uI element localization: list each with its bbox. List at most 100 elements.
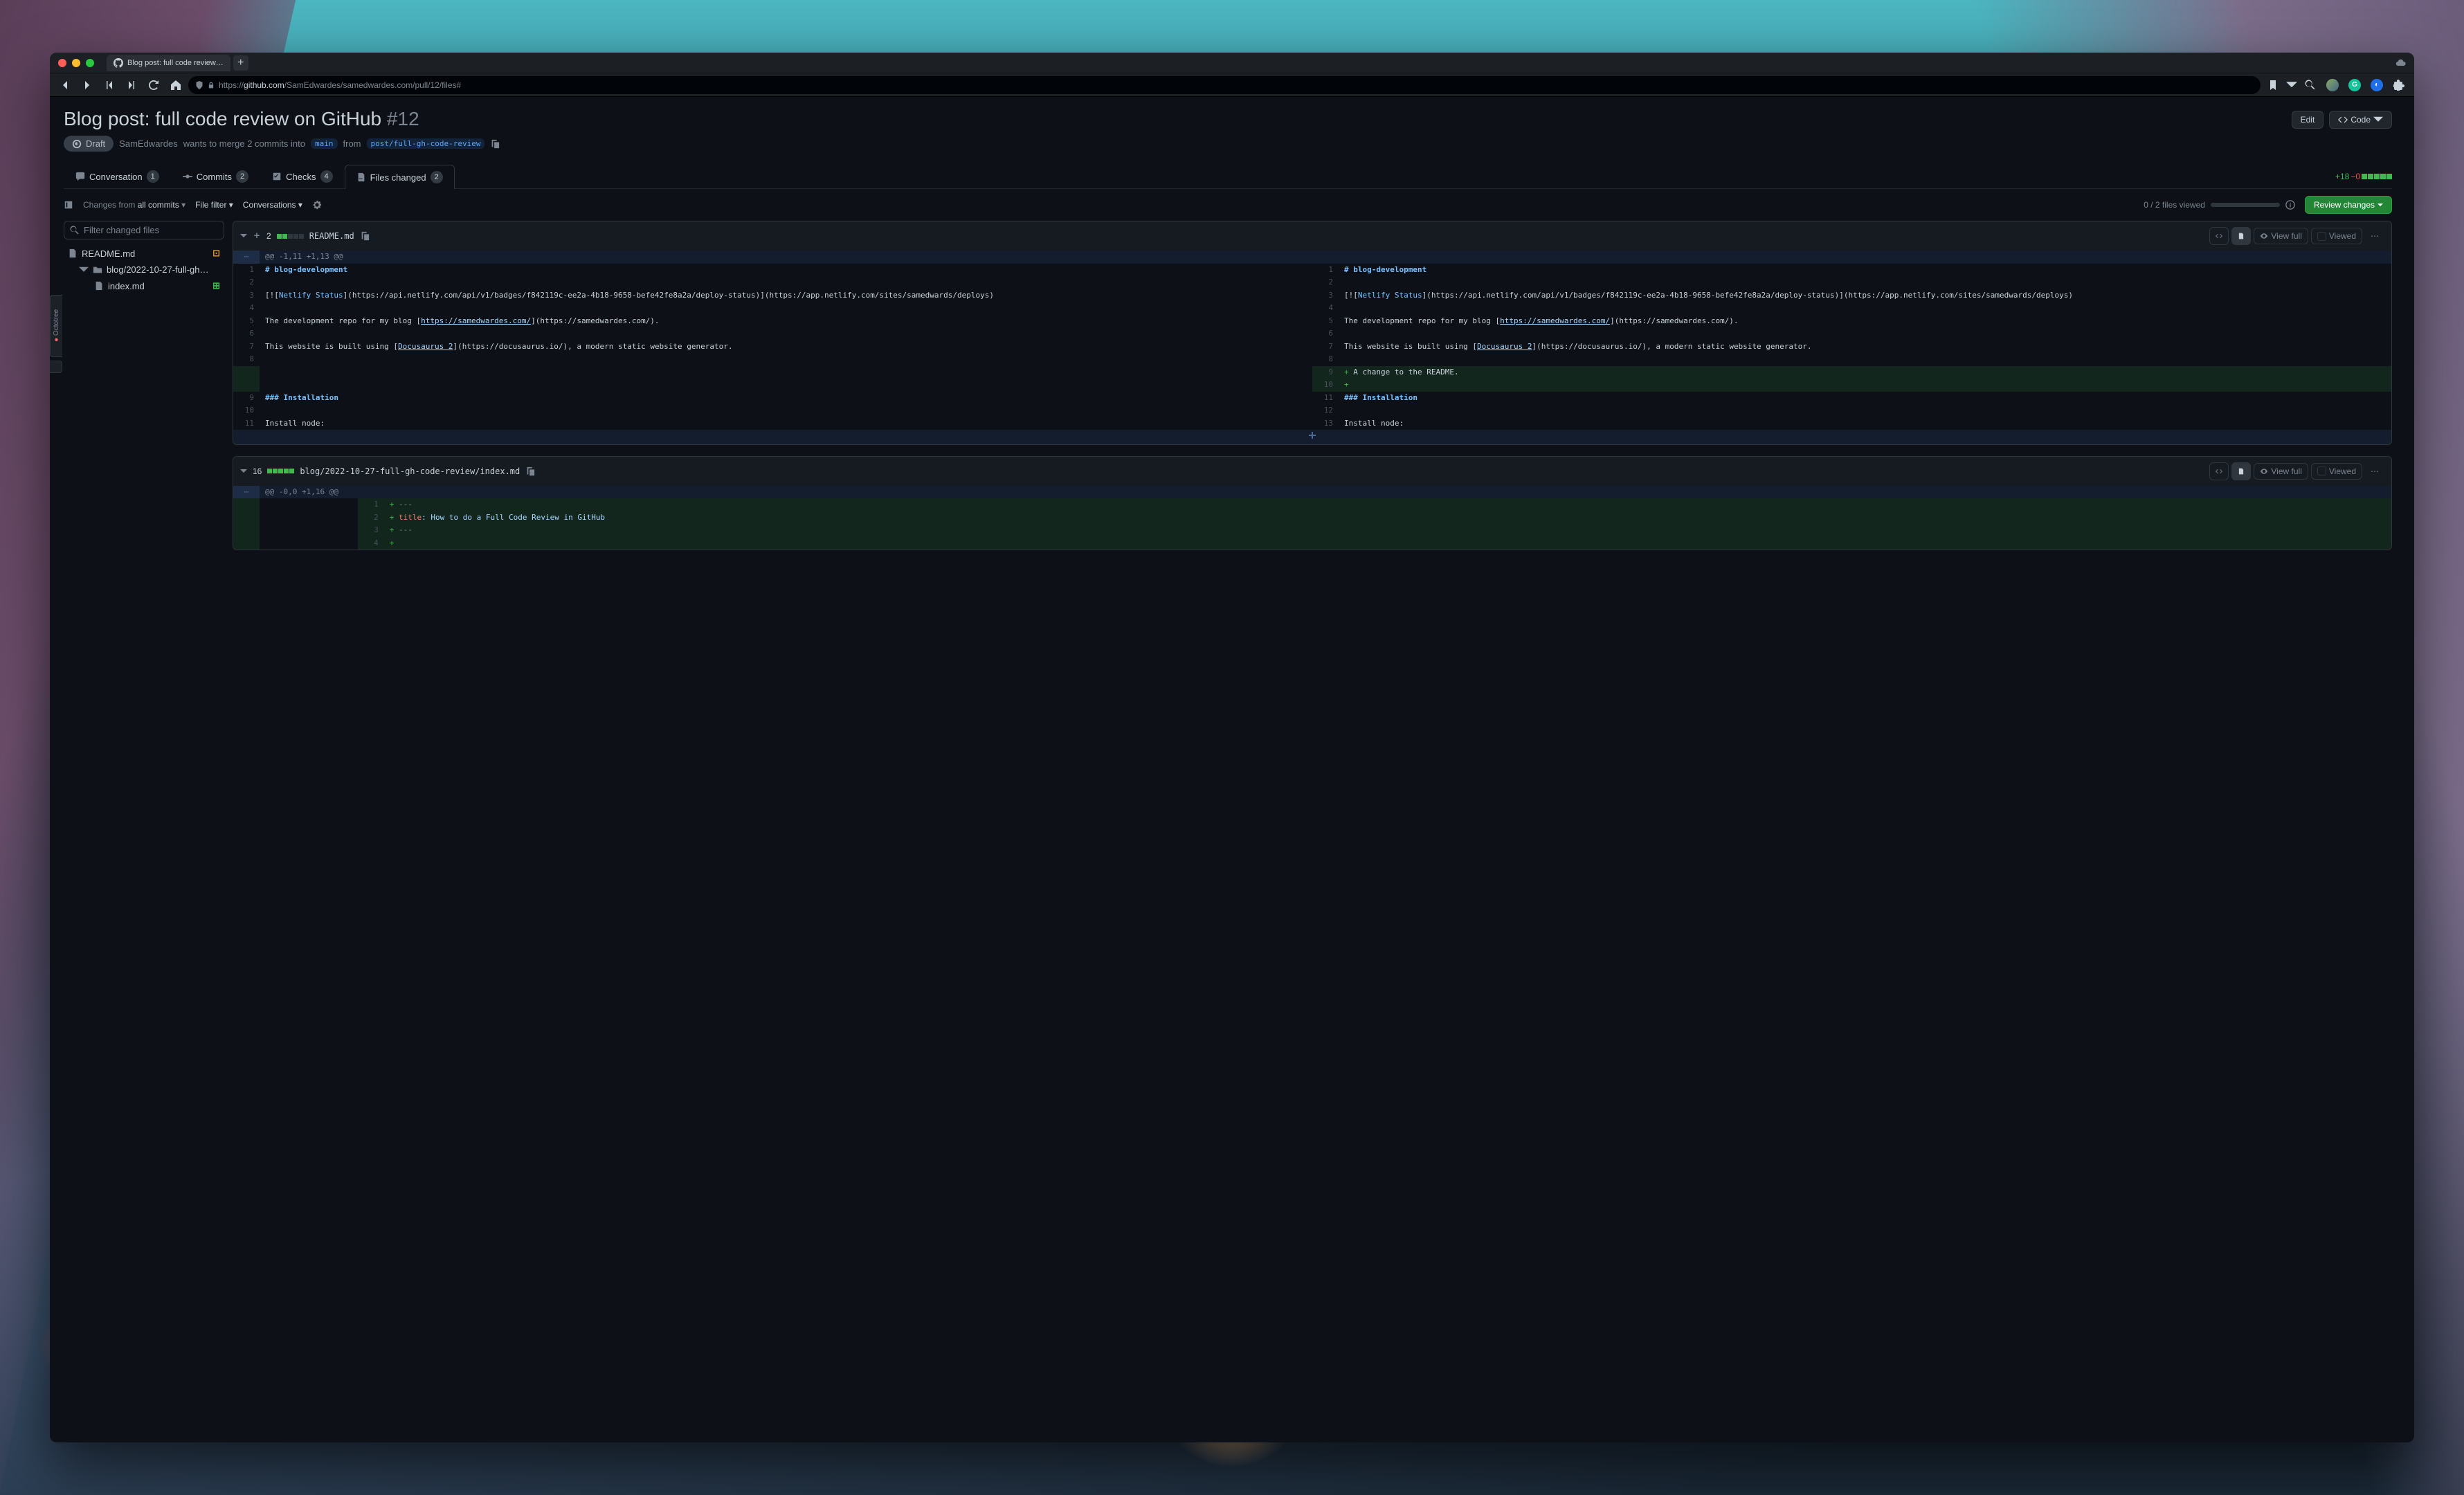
extension-grammarly[interactable]: G bbox=[2345, 75, 2364, 95]
pr-number: #12 bbox=[387, 108, 419, 129]
file-sidebar: Filter changed files README.md ⊡ blog/20… bbox=[64, 221, 224, 561]
file-path[interactable]: blog/2022-10-27-full-gh-code-review/inde… bbox=[300, 466, 520, 476]
from-label: from bbox=[343, 138, 361, 149]
diff-mini-blocks bbox=[277, 234, 304, 239]
pr-actions: Edit Code bbox=[2292, 111, 2392, 129]
base-branch[interactable]: main bbox=[311, 138, 338, 149]
pr-meta: Draft SamEdwardes wants to merge 2 commi… bbox=[64, 136, 2392, 152]
review-changes-button[interactable]: Review changes bbox=[2305, 196, 2392, 214]
file-tree-folder[interactable]: blog/2022-10-27-full-gh-code-re… bbox=[64, 262, 224, 278]
window-minimize-button[interactable] bbox=[72, 59, 80, 67]
pr-header: Blog post: full code review on GitHub #1… bbox=[64, 108, 2392, 130]
diff-table: ⋯@@ -1,11 +1,13 @@ 1# blog-development1#… bbox=[233, 251, 2391, 444]
url-text: https://github.com/SamEdwardes/samedward… bbox=[219, 80, 461, 90]
file-kebab-button[interactable]: ⋯ bbox=[2365, 462, 2384, 480]
file-panel-readme: 2 README.md View full Viewed bbox=[233, 221, 2392, 445]
window-close-button[interactable] bbox=[58, 59, 66, 67]
head-branch[interactable]: post/full-gh-code-review bbox=[367, 138, 485, 149]
tab-checks[interactable]: Checks 4 bbox=[260, 164, 344, 188]
address-bar[interactable]: https://github.com/SamEdwardes/samedward… bbox=[188, 76, 2261, 94]
changes-from-dropdown[interactable]: Changes from all commits ▾ bbox=[83, 200, 185, 210]
extension-browser[interactable]: ◐ bbox=[2367, 75, 2386, 95]
additions-count: +18 bbox=[2335, 172, 2349, 181]
tab-commits[interactable]: Commits 2 bbox=[171, 164, 260, 188]
file-filter-dropdown[interactable]: File filter ▾ bbox=[195, 200, 233, 210]
viewed-checkbox[interactable]: Viewed bbox=[2311, 228, 2362, 244]
back-button[interactable] bbox=[55, 75, 75, 95]
code-button[interactable]: Code bbox=[2329, 111, 2392, 129]
edit-button[interactable]: Edit bbox=[2292, 111, 2324, 129]
skip-forward-button[interactable] bbox=[122, 75, 141, 95]
pr-tabs: Conversation 1 Commits 2 Checks 4 Files … bbox=[64, 164, 2392, 189]
tab-files-changed[interactable]: Files changed 2 bbox=[345, 165, 455, 189]
tab-conversation[interactable]: Conversation 1 bbox=[64, 164, 171, 188]
browser-tab[interactable]: Blog post: full code review… bbox=[107, 55, 230, 71]
new-tab-button[interactable]: + bbox=[233, 55, 248, 71]
file-tree-item-readme[interactable]: README.md ⊡ bbox=[64, 245, 224, 262]
cloud-sync-icon bbox=[2395, 57, 2406, 69]
tab-title: Blog post: full code review… bbox=[127, 59, 224, 67]
merge-text: wants to merge 2 commits into bbox=[183, 138, 305, 149]
copy-icon[interactable] bbox=[490, 139, 500, 149]
pr-author[interactable]: SamEdwardes bbox=[119, 138, 178, 149]
expand-icon[interactable] bbox=[253, 231, 261, 241]
copy-icon[interactable] bbox=[525, 466, 535, 476]
search-button[interactable] bbox=[2301, 75, 2320, 95]
info-icon[interactable] bbox=[2285, 200, 2295, 210]
diff-mini-blocks bbox=[267, 469, 294, 473]
folder-icon bbox=[93, 265, 102, 275]
conversation-count: 1 bbox=[147, 170, 159, 183]
file-panel-index: 16 blog/2022-10-27-full-gh-code-review/i… bbox=[233, 456, 2392, 551]
file-path[interactable]: README.md bbox=[309, 231, 354, 241]
hunk-header: ⋯@@ -1,11 +1,13 @@ bbox=[233, 251, 2391, 264]
toolbar-right: G ◐ bbox=[2263, 75, 2409, 95]
diff-toolbar: Changes from all commits ▾ File filter ▾… bbox=[64, 189, 2392, 221]
chevron-down-icon bbox=[2377, 203, 2383, 207]
tab-strip: Blog post: full code review… + bbox=[107, 55, 248, 71]
copy-icon[interactable] bbox=[360, 231, 370, 241]
home-button[interactable] bbox=[166, 75, 185, 95]
change-count: 16 bbox=[253, 466, 262, 476]
viewed-progress bbox=[2211, 203, 2280, 207]
change-count: 2 bbox=[266, 231, 271, 241]
bookmark-button[interactable] bbox=[2263, 75, 2283, 95]
expand-hunk-button[interactable] bbox=[233, 430, 2391, 444]
file-header: 2 README.md View full Viewed bbox=[233, 221, 2391, 251]
forward-button[interactable] bbox=[78, 75, 97, 95]
rich-view-button[interactable] bbox=[2231, 462, 2251, 480]
shield-icon bbox=[195, 81, 203, 89]
chevron-down-icon[interactable] bbox=[240, 469, 247, 473]
skip-back-button[interactable] bbox=[100, 75, 119, 95]
chevron-down-icon[interactable] bbox=[240, 234, 247, 238]
chevron-down-icon bbox=[79, 265, 89, 275]
reload-button[interactable] bbox=[144, 75, 163, 95]
octotree-tab[interactable]: ●Octotree bbox=[50, 295, 62, 357]
file-tree-item-index[interactable]: index.md ⊞ bbox=[64, 278, 224, 294]
browser-toolbar: https://github.com/SamEdwardes/samedward… bbox=[50, 73, 2414, 97]
file-header: 16 blog/2022-10-27-full-gh-code-review/i… bbox=[233, 457, 2391, 486]
profile-avatar[interactable] bbox=[2323, 75, 2342, 95]
view-full-button[interactable]: View full bbox=[2254, 463, 2308, 480]
file-kebab-button[interactable]: ⋯ bbox=[2365, 227, 2384, 245]
source-view-button[interactable] bbox=[2209, 462, 2229, 480]
files-viewed: 0 / 2 files viewed bbox=[2144, 200, 2295, 210]
search-icon bbox=[70, 226, 80, 235]
filter-files-input[interactable]: Filter changed files bbox=[64, 221, 224, 239]
sidebar-toggle-icon[interactable] bbox=[64, 200, 73, 210]
file-tree: README.md ⊡ blog/2022-10-27-full-gh-code… bbox=[64, 245, 224, 294]
octotree-label: Octotree bbox=[53, 309, 60, 335]
diff-stats: +18 −0 bbox=[2335, 172, 2392, 181]
gear-icon[interactable] bbox=[312, 200, 322, 210]
octotree-toggle[interactable] bbox=[50, 361, 62, 373]
conversations-dropdown[interactable]: Conversations ▾ bbox=[243, 200, 302, 210]
source-view-button[interactable] bbox=[2209, 227, 2229, 245]
window-zoom-button[interactable] bbox=[86, 59, 94, 67]
checks-count: 4 bbox=[320, 170, 333, 183]
bookmark-dropdown[interactable] bbox=[2285, 75, 2298, 95]
rich-view-button[interactable] bbox=[2231, 227, 2251, 245]
viewed-checkbox[interactable]: Viewed bbox=[2311, 463, 2362, 480]
extensions-button[interactable] bbox=[2389, 75, 2409, 95]
traffic-lights bbox=[58, 59, 94, 67]
pr-title: Blog post: full code review on GitHub #1… bbox=[64, 108, 419, 130]
view-full-button[interactable]: View full bbox=[2254, 228, 2308, 244]
